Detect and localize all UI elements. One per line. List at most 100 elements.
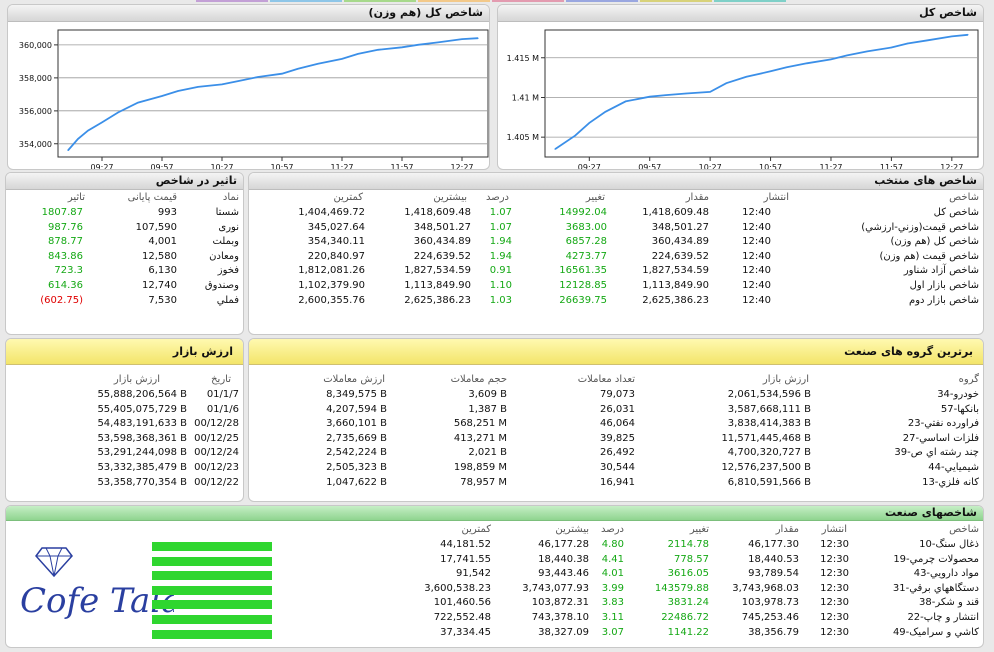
table-row[interactable]: 01/1/6 55,405,075,729 B [6, 402, 243, 417]
table-row[interactable]: 00/12/22 53,358,770,354 B [6, 475, 243, 490]
market-cap-cell: 3,838,414,383 B [727, 418, 811, 430]
table-row[interactable]: شاخص آزاد شناور 12:40 1,827,534.59 16561.35… [249, 263, 983, 278]
time-cell: 12:30 [820, 612, 849, 623]
max-cell: 93,443.46 [538, 568, 589, 580]
market-cap-cell: 4,700,320,727 B [727, 447, 811, 459]
chart-panel-total-index: شاخص کل 1.405 M 1.41 M 1.415 M 09:27 09:57 10… [497, 4, 984, 170]
trade-value-cell: 4,207,594 B [326, 403, 387, 415]
data-point [101, 121, 103, 123]
table-row[interactable]: فملي 7,530 (602.75) [6, 293, 243, 308]
table-row[interactable]: 44-شيميايي 12,576,237,500 B 30,544 198,859 … [249, 460, 983, 475]
table-row[interactable]: 00/12/24 53,291,244,098 B [6, 445, 243, 460]
table-row[interactable]: 00/12/23 53,332,385,479 B [6, 460, 243, 475]
data-point [906, 42, 909, 45]
y-tick-label: 356,000 [19, 107, 52, 116]
strip-segment [492, 0, 564, 2]
data-point [709, 91, 711, 93]
min-cell: 354,340.11 [307, 236, 365, 248]
percent-cell: 3.07 [601, 626, 624, 638]
table-row[interactable]: 00/12/25 53,598,368,361 B [6, 431, 243, 446]
table-row[interactable]: شاخص قیمت(وزني-ارزشي) 12:40 348,501.27 3683… [249, 220, 983, 235]
col-header-time: انتشار [821, 524, 847, 535]
panel-title: شاخص کل (هم وزن) [8, 5, 489, 22]
symbol-cell: فملي [216, 294, 239, 306]
table-row[interactable]: شستا 993 1807.87 [6, 205, 243, 220]
time-cell: 12:40 [742, 280, 771, 291]
table-row[interactable]: 57-بانکها 3,587,668,111 B 26,031 1,387 B 4,2… [249, 402, 983, 417]
top-groups-panel: برترین گروه های صنعت گروه ارزش بازار تعد… [248, 338, 984, 502]
table-row[interactable]: 34-خودرو 2,061,534,596 B 79,073 3,609 B 8,34… [249, 387, 983, 402]
max-cell: 18,440.38 [538, 553, 589, 565]
impact-cell: (602.75) [40, 294, 83, 306]
time-cell: 12:30 [820, 539, 849, 550]
x-tick-label: 09:57 [638, 163, 661, 170]
trade-value-cell: 2,542,224 B [326, 447, 387, 459]
panel-title: شاخص کل [498, 5, 983, 22]
change-cell: 1141.22 [667, 626, 709, 638]
change-cell: 12128.85 [559, 280, 607, 291]
table-row[interactable]: شاخص کل (هم وزن) 12:40 360,434.89 6857.28 1.… [249, 234, 983, 249]
data-point [786, 66, 788, 68]
date-cell: 00/12/22 [194, 476, 239, 488]
percent-cell: 3.99 [601, 582, 624, 594]
data-point [461, 38, 463, 40]
market-cap-cell: 6,810,591,566 B [727, 476, 811, 488]
table-row[interactable]: 13-کانه فلزي 6,810,591,566 B 16,941 78,957 … [249, 475, 983, 490]
index-name-cell: شاخص آزاد شناور [903, 265, 979, 277]
percent-bar [152, 615, 272, 624]
table-row[interactable]: شاخص کل 12:40 1,418,609.48 14992.04 1.07 1,41… [249, 205, 983, 220]
table-row[interactable]: 27-فلزات اساسي 11,571,445,468 B 39,825 413,… [249, 431, 983, 446]
table-row[interactable]: شاخص بازار دوم 12:40 2,625,386.23 26639.75 1… [249, 293, 983, 308]
x-tick-label: 11:57 [390, 163, 413, 170]
y-tick-label: 354,000 [19, 140, 52, 149]
x-tick-label: 11:57 [880, 163, 903, 170]
table-row[interactable]: نوری 107,590 987.76 [6, 220, 243, 235]
table-row[interactable]: شاخص بازار اول 12:40 1,113,849.90 12128.85 1… [249, 278, 983, 293]
percent-cell: 1.94 [489, 250, 512, 262]
table-row[interactable]: وصندوق 12,740 614.36 [6, 278, 243, 293]
table-row[interactable]: شاخص قیمت (هم وزن) 12:40 224,639.52 4273.77… [249, 249, 983, 264]
percent-cell: 1.94 [489, 236, 512, 248]
data-point [401, 46, 403, 48]
panel-title: شاخص های منتخب [249, 173, 983, 190]
data-point [77, 138, 79, 140]
percent-cell: 1.03 [489, 294, 512, 306]
symbol-cell: ومعادن [209, 250, 239, 262]
data-point [281, 73, 283, 75]
value-cell: 745,253.46 [741, 612, 799, 623]
value-cell: 46,177.30 [748, 539, 799, 550]
col-header-index: شاخص [949, 192, 979, 203]
final-price-cell: 12,580 [142, 250, 177, 262]
max-cell: 348,501.27 [413, 221, 471, 233]
symbol-cell: نوری [218, 221, 239, 233]
symbol-cell: وصندوق [204, 280, 239, 291]
data-point [257, 76, 259, 78]
trade-value-cell: 2,735,669 B [326, 432, 387, 444]
index-name-cell: شاخص کل (هم وزن) [890, 236, 979, 248]
table-row[interactable]: 39-چند رشته اي ص 4,700,320,727 B 26,492 2,0… [249, 445, 983, 460]
percent-bar [152, 585, 272, 595]
value-cell: 1,113,849.90 [642, 280, 709, 291]
table-row[interactable]: 00/12/28 54,483,191,633 B [6, 416, 243, 431]
data-point [417, 44, 419, 46]
change-cell: 143579.88 [654, 582, 709, 594]
table-row[interactable]: وبملت 4,001 878.77 [6, 234, 243, 249]
table-row[interactable]: ومعادن 12,580 843.86 [6, 249, 243, 264]
min-cell: 3,600,538.23 [424, 582, 491, 594]
max-cell: 1,418,609.48 [404, 207, 471, 218]
industry-indices-panel: شاخصهای صنعت شاخص انتشار مقدار تغییر درص… [5, 505, 984, 648]
volume-cell: 3,609 B [468, 389, 507, 400]
percent-bar [152, 600, 272, 610]
table-row[interactable]: 23-فراورده نفتي 3,838,414,383 B 46,064 568,… [249, 416, 983, 431]
value-cell: 93,789.54 [748, 568, 799, 580]
table-row[interactable]: 01/1/7 55,888,206,564 B [6, 387, 243, 402]
time-cell: 12:30 [820, 553, 849, 565]
date-cell: 00/12/25 [194, 432, 239, 444]
volume-cell: 198,859 M [453, 462, 507, 473]
strip-segment [270, 0, 342, 2]
time-cell: 12:40 [742, 265, 771, 277]
final-price-cell: 6,130 [148, 265, 177, 277]
table-row[interactable]: فخوز 6,130 723.3 [6, 263, 243, 278]
strip-segment [418, 0, 490, 2]
value-cell: 348,501.27 [651, 221, 709, 233]
